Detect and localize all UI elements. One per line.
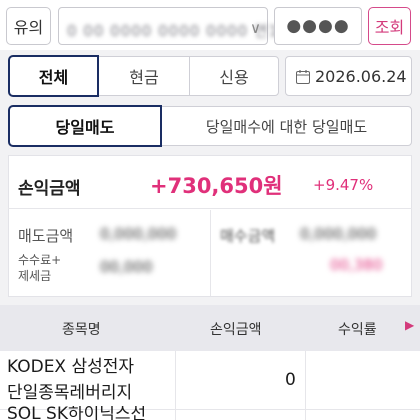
stock-name-line1: SOL SK하이닉스선 bbox=[7, 406, 147, 420]
password-input[interactable]: ●●●● bbox=[274, 7, 362, 45]
sell-amount-value: 0,000,000 bbox=[100, 225, 177, 243]
tab-label: 현금 bbox=[129, 68, 159, 87]
calendar-icon bbox=[296, 69, 310, 84]
account-number: 0 00 0000 0000 0000 연1 bbox=[67, 22, 280, 40]
sell-amount-label: 매도금액 bbox=[18, 227, 74, 245]
buy-amount-label: 매수금액 bbox=[220, 227, 276, 245]
table-row[interactable]: SOL SK하이닉스선 bbox=[0, 406, 420, 420]
pl-amount: +730,650원 bbox=[150, 174, 283, 198]
column-header-name: 종목명 bbox=[62, 322, 101, 338]
stock-name-line2: 단일종목레버리지 bbox=[7, 383, 133, 403]
pl-rate: +9.47% bbox=[313, 176, 374, 194]
tab-credit[interactable]: 신용 bbox=[189, 56, 279, 96]
account-select[interactable]: 0 00 0000 0000 0000 연1 ∨ bbox=[58, 7, 278, 45]
buy-amount-value: 0,000,000 bbox=[300, 225, 377, 243]
fee-label-line1: 수수료+ bbox=[18, 253, 62, 267]
subtab-label: 당일매도 bbox=[55, 118, 115, 137]
fee-label-line2: 제세금 bbox=[18, 269, 52, 283]
subtab-sameday-buy-sell[interactable]: 당일매수에 대한 당일매도 bbox=[161, 106, 412, 146]
table-row[interactable]: KODEX 삼성전자 단일종목레버리지 0 bbox=[0, 351, 420, 409]
date-picker[interactable]: 2026.06.24 bbox=[285, 56, 412, 96]
scroll-right-arrow-icon[interactable]: ▶ bbox=[405, 318, 414, 332]
pl-label: 손익금액 bbox=[18, 179, 81, 199]
account-type-label: 유의 bbox=[13, 18, 44, 37]
tab-all[interactable]: 전체 bbox=[8, 55, 99, 97]
column-header-rate: 수익률 bbox=[338, 322, 377, 338]
tax-value: 00,380 bbox=[330, 256, 383, 274]
subtab-label: 당일매수에 대한 당일매도 bbox=[205, 117, 368, 136]
stock-name-line1: KODEX 삼성전자 bbox=[7, 357, 135, 377]
subtab-sameday-sell[interactable]: 당일매도 bbox=[8, 105, 162, 147]
column-header-pl: 손익금액 bbox=[210, 322, 262, 338]
chevron-down-icon: ∨ bbox=[250, 19, 261, 37]
divider bbox=[210, 210, 211, 296]
tab-label: 전체 bbox=[38, 68, 69, 87]
tab-cash[interactable]: 현금 bbox=[98, 56, 190, 96]
tab-label: 신용 bbox=[219, 68, 249, 87]
divider bbox=[8, 208, 412, 209]
password-mask: ●●●● bbox=[286, 16, 350, 36]
date-value: 2026.06.24 bbox=[315, 66, 407, 86]
account-type-button[interactable]: 유의 bbox=[6, 7, 51, 45]
query-button[interactable]: 조회 bbox=[368, 7, 411, 45]
query-button-label: 조회 bbox=[374, 18, 405, 37]
fee-value: 00,000 bbox=[100, 258, 153, 276]
stock-pl: 0 bbox=[285, 370, 296, 390]
